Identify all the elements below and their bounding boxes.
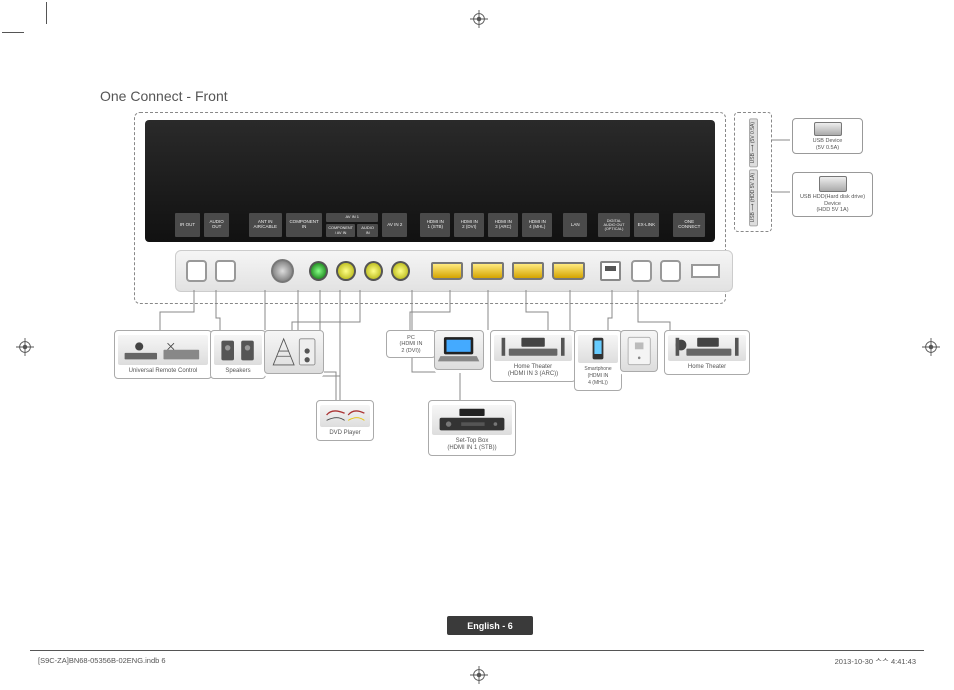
page-number-bar: English - 6	[447, 616, 533, 635]
antenna-icon	[264, 330, 324, 374]
port-hdmi2	[471, 262, 503, 280]
port-optical	[631, 260, 652, 282]
registration-mark-icon	[16, 338, 34, 356]
registration-mark-icon	[470, 10, 488, 28]
port-component-green	[309, 261, 328, 281]
footer-file-info: [S9C-ZA]BN68-05356B-02ENG.indb 6	[38, 656, 166, 665]
device-wall-outlet	[620, 330, 658, 375]
label-exlink: EX-LINK	[634, 213, 659, 237]
wall-plate-icon	[620, 330, 658, 372]
port-row	[175, 250, 733, 292]
label-ant-in: ANT IN AIR/CABLE	[249, 213, 282, 237]
device-dvd: DVD Player	[316, 400, 374, 441]
footer-divider	[30, 650, 924, 651]
crop-mark	[46, 2, 47, 24]
label-audio-in: AUDIO IN	[357, 224, 378, 237]
device-label: Home Theater (HDMI IN 3 (ARC))	[508, 364, 558, 377]
diagram: IR OUT AUDIO OUT ANT IN AIR/CABLE COMPON…	[120, 112, 880, 462]
port-exlink	[660, 260, 681, 282]
device-label: Set-Top Box (HDMI IN 1 (STB))	[447, 438, 496, 451]
port-hdmi4	[552, 262, 584, 280]
label-audio-out: AUDIO OUT	[204, 213, 229, 237]
label-hdmi1: HDMI IN 1 (STB)	[420, 213, 450, 237]
registration-mark-icon	[470, 666, 488, 684]
device-stb: Set-Top Box (HDMI IN 1 (STB))	[428, 400, 516, 456]
device-antenna	[264, 330, 324, 377]
usb-hdd-icon	[819, 176, 847, 192]
port-antenna	[271, 259, 294, 283]
label-component-avin: COMPONENT / AV IN	[326, 224, 355, 237]
device-label: Smartphone (HDMI IN 4 (MHL))	[584, 366, 611, 386]
laptop-icon	[434, 330, 484, 370]
device-home-theater: Home Theater	[664, 330, 750, 375]
label-hdmi4: HDMI IN 4 (MHL)	[522, 213, 552, 237]
usb-stick-icon	[814, 122, 842, 136]
crop-mark	[2, 32, 24, 33]
device-label: Home Theater	[688, 364, 726, 370]
port-hdmi1	[431, 262, 463, 280]
set-top-box-icon	[432, 405, 512, 435]
universal-remote-icon	[118, 335, 208, 365]
port-av-yellow-1	[336, 261, 355, 281]
speakers-icon	[214, 335, 262, 365]
device-label: Speakers	[225, 368, 250, 374]
port-av-yellow-2	[364, 261, 383, 281]
port-one-connect	[691, 264, 720, 278]
label-optical: DIGITAL AUDIO OUT (OPTICAL)	[598, 213, 630, 237]
page-title: One Connect - Front	[100, 88, 228, 104]
label-avin1-group: AV IN 1	[326, 213, 378, 222]
device-universal-remote: Universal Remote Control	[114, 330, 212, 379]
port-av-yellow-3	[391, 261, 410, 281]
label-avin2: AV IN 2	[382, 213, 407, 237]
device-smartphone: Smartphone (HDMI IN 4 (MHL))	[574, 330, 622, 391]
port-lan	[600, 261, 621, 281]
device-usb-hdd-label: USB HDD(Hard disk drive) Device (HDD 5V …	[800, 194, 867, 213]
device-pc: PC (HDMI IN 2 (DVI))	[386, 330, 436, 358]
registration-mark-icon	[922, 338, 940, 356]
home-theater-icon	[494, 335, 572, 361]
label-hdmi2: HDMI IN 2 (DVI)	[454, 213, 484, 237]
label-usb-05a: USB ⟶ (5V 0.5A)	[749, 118, 758, 167]
device-usb: USB Device (5V 0.5A)	[792, 118, 863, 154]
label-usb-hdd: USB ⟶ (HDD 5V 1A)	[749, 169, 758, 226]
device-speakers: Speakers	[210, 330, 266, 379]
device-usb-hdd: USB HDD(Hard disk drive) Device (HDD 5V …	[792, 172, 873, 217]
device-home-theater-arc: Home Theater (HDMI IN 3 (ARC))	[490, 330, 576, 382]
label-lan: LAN	[563, 213, 586, 237]
label-component-in: COMPONENT IN	[286, 213, 322, 237]
port-hdmi3	[512, 262, 544, 280]
label-one-connect: ONE CONNECT	[673, 213, 705, 237]
smartphone-icon	[578, 335, 618, 363]
home-theater-icon	[668, 335, 746, 361]
device-usb-label: USB Device (5V 0.5A)	[813, 138, 843, 151]
port-ir-out	[186, 260, 207, 282]
label-hdmi3: HDMI IN 3 (ARC)	[488, 213, 518, 237]
port-audio-out	[215, 260, 236, 282]
port-label-strip: IR OUT AUDIO OUT ANT IN AIR/CABLE COMPON…	[175, 213, 705, 237]
device-label: Universal Remote Control	[129, 368, 198, 374]
label-ir-out: IR OUT	[175, 213, 200, 237]
usb-side-ports: USB ⟶ (5V 0.5A) USB ⟶ (HDD 5V 1A)	[734, 112, 772, 232]
footer-timestamp: 2013-10-30 ᄉᄉ 4:41:43	[835, 656, 916, 667]
one-connect-panel: IR OUT AUDIO OUT ANT IN AIR/CABLE COMPON…	[145, 120, 715, 242]
dvd-icon	[320, 405, 370, 427]
device-label: PC (HDMI IN 2 (DVI))	[390, 335, 432, 354]
device-laptop	[434, 330, 484, 373]
device-label: DVD Player	[329, 430, 360, 436]
